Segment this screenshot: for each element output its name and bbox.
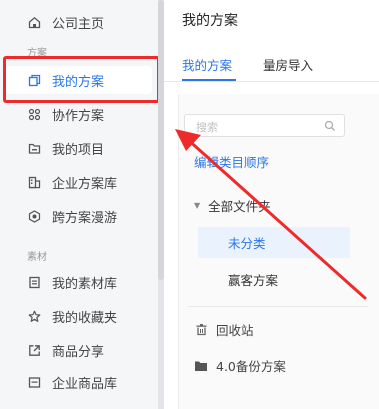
sidebar-item-company-home[interactable]: 公司主页 bbox=[0, 8, 158, 36]
sidebar-item-enterprise-products[interactable]: 企业商品库 bbox=[0, 368, 158, 396]
folder-icon bbox=[27, 141, 41, 155]
tree-item-yingke-schemes[interactable]: 赢客方案 bbox=[198, 264, 350, 295]
sidebar: 公司主页 方案 我的方案 协作方案 我的项目 企业方案库 跨方案漫游 素材 我的… bbox=[0, 0, 160, 409]
roam-icon bbox=[27, 209, 41, 223]
tab-room-import[interactable]: 量房导入 bbox=[263, 55, 313, 74]
star-icon bbox=[27, 309, 41, 323]
home-icon bbox=[27, 15, 41, 29]
search-icon[interactable] bbox=[324, 120, 336, 132]
recycle-bin-item[interactable]: 回收站 bbox=[194, 320, 254, 339]
tab-bar: 我的方案 量房导入 bbox=[164, 46, 379, 82]
search-placeholder: 搜索 bbox=[196, 121, 218, 134]
sidebar-item-label: 协作方案 bbox=[52, 108, 105, 124]
sidebar-item-label: 我的收藏夹 bbox=[52, 310, 118, 326]
sidebar-item-label: 跨方案漫游 bbox=[52, 210, 118, 226]
main-content: 我的方案 我的方案 量房导入 搜索 编辑类目顺序 ▼ 全部文件夹 未分类 赢客方… bbox=[164, 0, 379, 409]
tree-root-label: 全部文件夹 bbox=[208, 199, 271, 214]
list-icon bbox=[27, 375, 41, 389]
tab-my-schemes[interactable]: 我的方案 bbox=[182, 55, 232, 74]
tab-active-indicator bbox=[182, 79, 236, 81]
sidebar-item-label: 商品分享 bbox=[52, 344, 105, 360]
tree-item-uncategorized[interactable]: 未分类 bbox=[198, 227, 350, 258]
tree-root-all-folders[interactable]: ▼ 全部文件夹 bbox=[194, 196, 271, 215]
edit-category-order-link[interactable]: 编辑类目顺序 bbox=[194, 152, 269, 171]
sidebar-item-enterprise-library[interactable]: 企业方案库 bbox=[0, 168, 158, 196]
highlight-annotation-box bbox=[3, 56, 160, 103]
sidebar-item-product-share[interactable]: 商品分享 bbox=[0, 336, 158, 364]
building-icon bbox=[27, 175, 41, 189]
divider bbox=[188, 306, 368, 307]
page-title: 我的方案 bbox=[182, 13, 238, 29]
backup-folder-item[interactable]: 4.0备份方案 bbox=[194, 356, 286, 375]
backup-folder-label: 4.0备份方案 bbox=[216, 359, 286, 374]
sidebar-item-my-projects[interactable]: 我的项目 bbox=[0, 134, 158, 162]
sidebar-item-my-favorites[interactable]: 我的收藏夹 bbox=[0, 302, 158, 330]
document-icon bbox=[27, 275, 41, 289]
grid-icon bbox=[27, 107, 41, 121]
folder-icon bbox=[194, 359, 208, 373]
sidebar-item-cross-roam[interactable]: 跨方案漫游 bbox=[0, 202, 158, 230]
sidebar-item-label: 企业方案库 bbox=[52, 176, 118, 192]
sidebar-item-label: 我的项目 bbox=[52, 142, 105, 158]
sidebar-item-label: 公司主页 bbox=[52, 16, 105, 32]
sidebar-item-label: 我的素材库 bbox=[52, 276, 118, 292]
sidebar-item-my-materials[interactable]: 我的素材库 bbox=[0, 268, 158, 296]
caret-down-icon[interactable]: ▼ bbox=[194, 201, 200, 210]
sidebar-section-material: 素材 bbox=[27, 252, 47, 263]
sidebar-item-label: 企业商品库 bbox=[52, 376, 118, 392]
trash-icon bbox=[194, 323, 208, 337]
share-icon bbox=[27, 343, 41, 357]
recycle-bin-label: 回收站 bbox=[216, 323, 254, 338]
folder-search-input[interactable]: 搜索 bbox=[184, 114, 345, 137]
sidebar-item-collab-schemes[interactable]: 协作方案 bbox=[0, 100, 158, 128]
